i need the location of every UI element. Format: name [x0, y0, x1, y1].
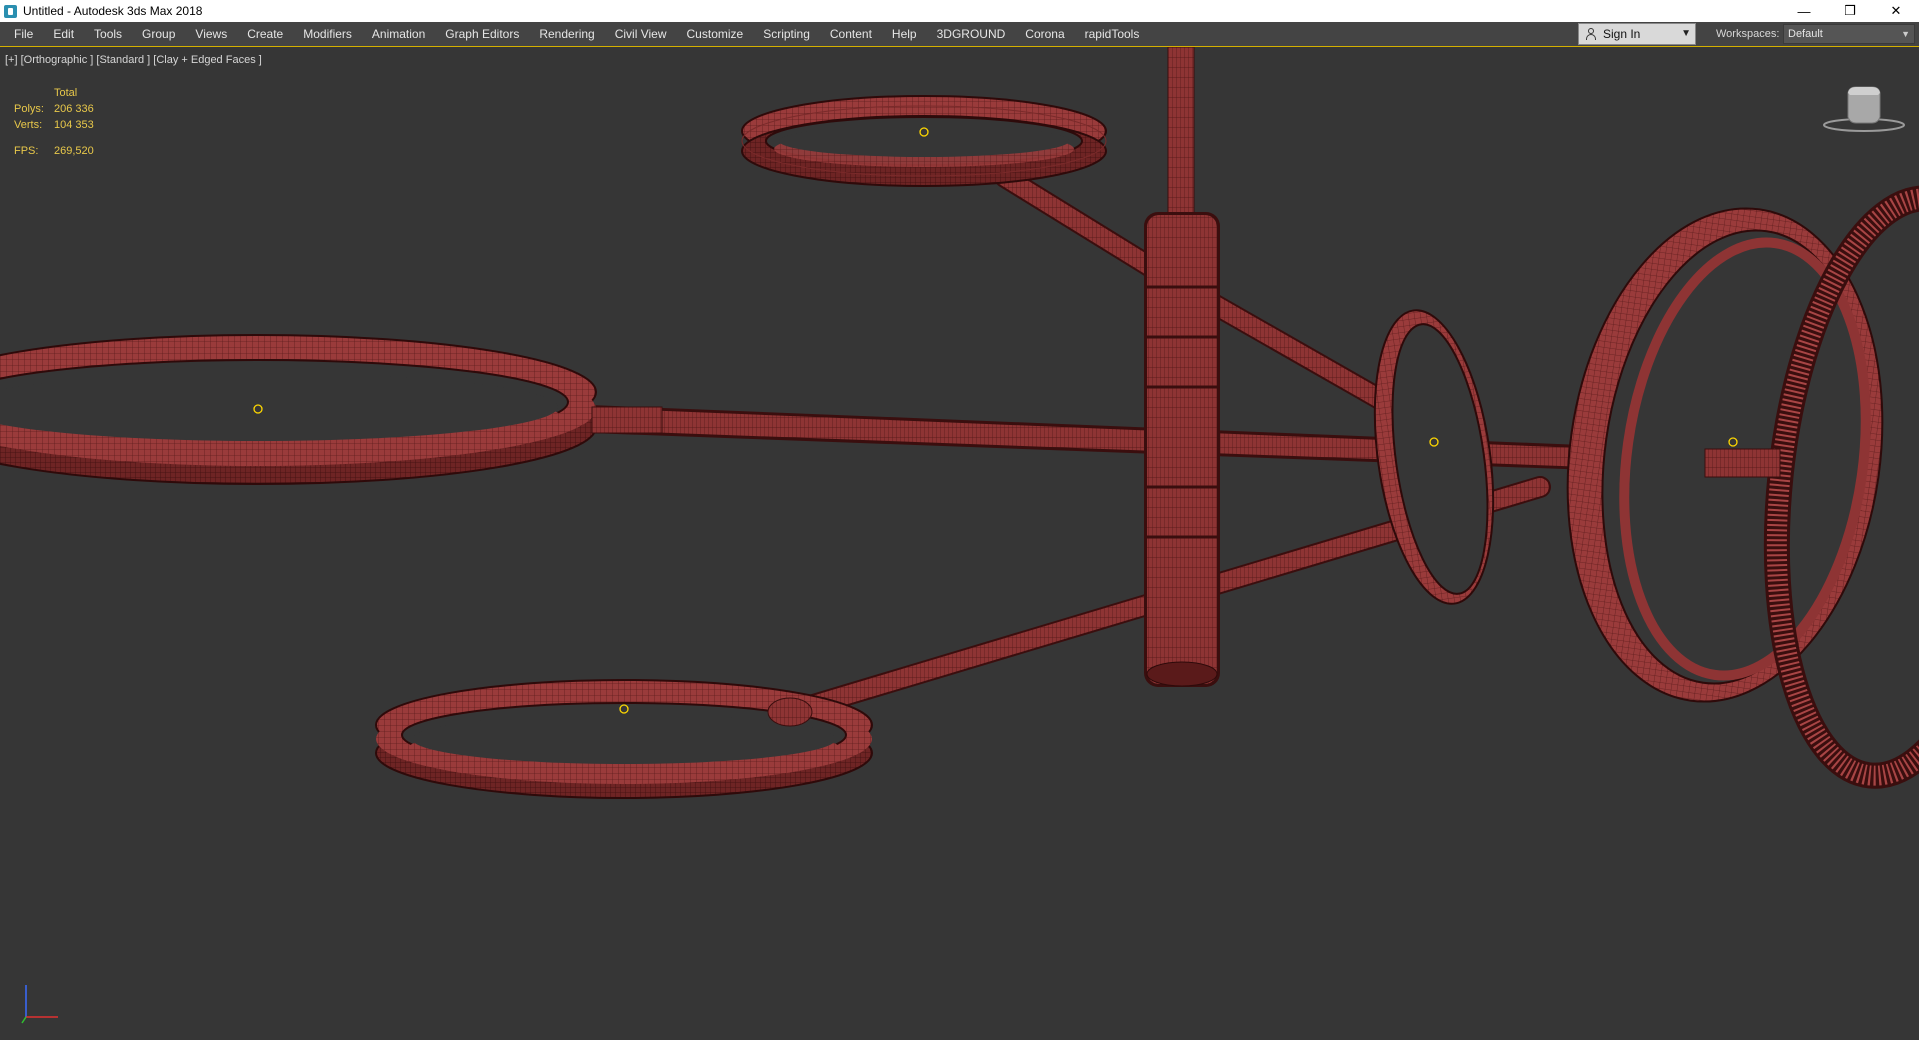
- 3dsmax-app-icon: [4, 4, 17, 18]
- viewport-label-menu[interactable]: [+] [Orthographic ] [Standard ] [Clay + …: [5, 54, 262, 66]
- menu-customize[interactable]: Customize: [677, 22, 754, 46]
- menu-scripting[interactable]: Scripting: [753, 22, 820, 46]
- top-stem: [1167, 47, 1195, 218]
- ring-bottom: [375, 679, 873, 799]
- menu-views[interactable]: Views: [185, 22, 237, 46]
- ring-top: [741, 95, 1107, 187]
- menu-rapidtools[interactable]: rapidTools: [1075, 22, 1150, 46]
- viewcube-icon[interactable]: [1822, 83, 1906, 133]
- window-title: Untitled - Autodesk 3ds Max 2018: [23, 4, 203, 18]
- menu-modifiers[interactable]: Modifiers: [293, 22, 362, 46]
- scene-render: [0, 47, 1919, 799]
- polys-label: Polys:: [14, 103, 44, 115]
- restore-button[interactable]: ❒: [1827, 0, 1873, 22]
- menu-graph-editors[interactable]: Graph Editors: [435, 22, 529, 46]
- close-button[interactable]: ✕: [1873, 0, 1919, 22]
- user-icon: [1585, 28, 1597, 40]
- menu-create[interactable]: Create: [237, 22, 293, 46]
- caret-down-icon: ▼: [1681, 28, 1691, 39]
- fps-label: FPS:: [14, 145, 39, 157]
- verts-label: Verts:: [14, 119, 43, 131]
- menu-bar: File Edit Tools Group Views Create Modif…: [0, 22, 1919, 47]
- axis-tripod-icon: [21, 985, 58, 1024]
- ring-left: [0, 334, 597, 485]
- title-bar: Untitled - Autodesk 3ds Max 2018 — ❒ ✕: [0, 0, 1919, 22]
- stats-header: Total: [54, 87, 78, 99]
- chevron-down-icon: ▼: [1901, 29, 1910, 39]
- workspace-value: Default: [1788, 28, 1823, 40]
- window-controls: — ❒ ✕: [1781, 0, 1919, 22]
- menu-rendering[interactable]: Rendering: [529, 22, 604, 46]
- menu-corona[interactable]: Corona: [1015, 22, 1074, 46]
- menu-tools[interactable]: Tools: [84, 22, 132, 46]
- menu-civil-view[interactable]: Civil View: [605, 22, 677, 46]
- fps-value: 269,520: [54, 145, 94, 157]
- menu-help[interactable]: Help: [882, 22, 927, 46]
- workspaces-label: Workspaces:: [1716, 28, 1780, 40]
- central-hub: [1144, 212, 1220, 687]
- sign-in-label: Sign In: [1603, 27, 1641, 41]
- verts-value: 104 353: [54, 119, 94, 131]
- sign-in-dropdown[interactable]: Sign In ▼: [1578, 23, 1696, 45]
- menu-animation[interactable]: Animation: [362, 22, 435, 46]
- statistics-overlay: Total Polys: 206 336 Verts: 104 353 FPS: 26…: [14, 85, 94, 159]
- workspaces-select[interactable]: Default ▼: [1783, 24, 1915, 44]
- polys-value: 206 336: [54, 103, 94, 115]
- menu-3dground[interactable]: 3DGROUND: [927, 22, 1016, 46]
- menu-group[interactable]: Group: [132, 22, 185, 46]
- arm-upper-right: [1199, 291, 1396, 413]
- menu-edit[interactable]: Edit: [43, 22, 84, 46]
- menu-file[interactable]: File: [0, 22, 43, 46]
- menu-content[interactable]: Content: [820, 22, 882, 46]
- orthographic-viewport[interactable]: [+] [Orthographic ] [Standard ] [Clay + …: [0, 46, 1919, 1040]
- minimize-button[interactable]: —: [1781, 0, 1827, 22]
- ring-small-vertical: [1373, 309, 1495, 605]
